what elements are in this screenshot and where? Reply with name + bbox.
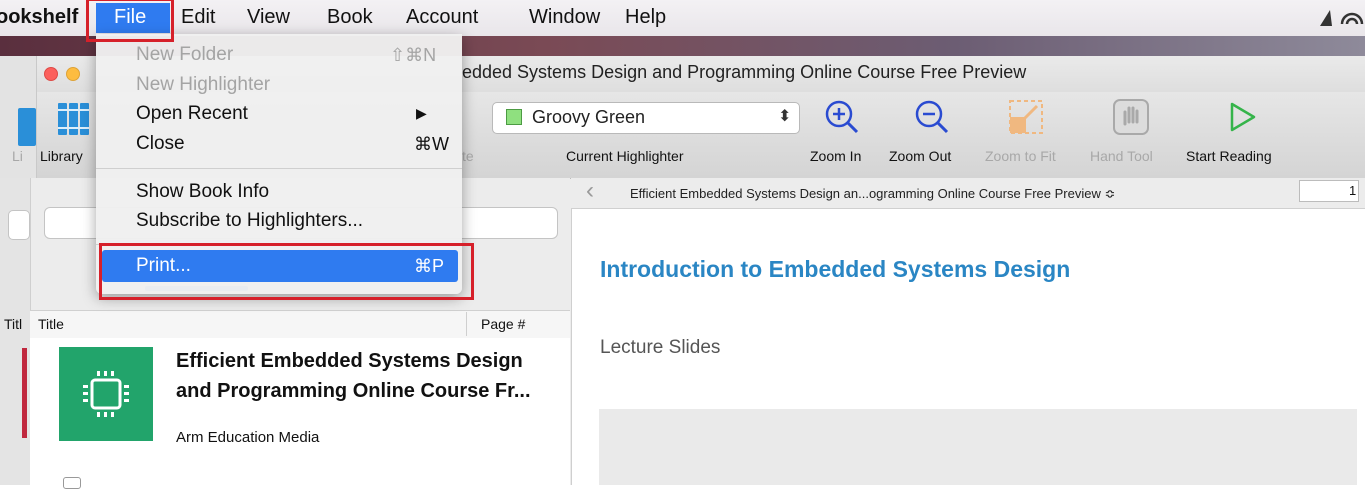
book-title-line1: Efficient Embedded Systems Design: [176, 350, 523, 372]
menubar-view[interactable]: View: [247, 6, 290, 29]
send-icon: [1320, 10, 1332, 26]
slide-placeholder: [599, 409, 1357, 485]
book-cover: [59, 347, 153, 441]
menu-separator: [96, 168, 462, 169]
menu-item-close[interactable]: Close: [136, 133, 185, 155]
library-icon: [18, 108, 36, 146]
book-title-line2: and Programming Online Course Fr...: [176, 380, 531, 402]
menubar-book[interactable]: Book: [327, 6, 373, 29]
new-folder-shortcut: ⇧⌘N: [390, 45, 437, 65]
back-library-label: Li: [12, 148, 23, 164]
back-column-title: Titl: [4, 316, 23, 332]
menubar-window[interactable]: Window: [529, 6, 600, 29]
chip-icon: [83, 371, 129, 417]
highlighter-value: Groovy Green: [532, 107, 646, 127]
window-title: edded Systems Design and Programming Onl…: [462, 62, 1027, 82]
library-button-label[interactable]: Library: [40, 148, 83, 164]
book-author: Arm Education Media: [176, 429, 320, 446]
menubar-help[interactable]: Help: [625, 6, 666, 29]
column-divider: [466, 312, 467, 336]
back-window-cover-edge: [22, 348, 27, 438]
menu-item-new-folder: New Folder: [136, 44, 234, 65]
zoom-to-fit-label: Zoom to Fit: [985, 148, 1056, 164]
annotation-box-file: [86, 0, 174, 42]
zoom-in-label[interactable]: Zoom In: [810, 148, 861, 164]
hand-tool-icon: [1113, 99, 1149, 135]
menubar-app-name[interactable]: ookshelf: [0, 6, 78, 29]
close-window-button[interactable]: [44, 67, 58, 81]
partial-toolbar-label: te: [462, 148, 474, 164]
menu-item-subscribe[interactable]: Subscribe to Highlighters...: [136, 210, 363, 232]
menubar-account[interactable]: Account: [406, 6, 478, 29]
zoom-out-label[interactable]: Zoom Out: [889, 148, 951, 164]
zoom-to-fit-icon: [1009, 100, 1043, 134]
row-checkbox[interactable]: [63, 477, 81, 489]
menu-item-open-recent[interactable]: Open Recent: [136, 103, 248, 125]
play-icon[interactable]: [1228, 100, 1258, 134]
library-icon[interactable]: [56, 99, 92, 139]
annotation-box-print: [99, 243, 474, 300]
back-chevron-icon[interactable]: ‹: [586, 177, 594, 205]
zoom-in-icon[interactable]: [822, 98, 862, 136]
zoom-out-icon[interactable]: [912, 98, 952, 136]
document-heading: Introduction to Embedded Systems Design: [600, 256, 1071, 282]
menu-item-show-book-info[interactable]: Show Book Info: [136, 181, 269, 203]
page-number-value: 1: [1349, 183, 1357, 198]
back-search-field: [8, 210, 30, 240]
start-reading-label[interactable]: Start Reading: [1186, 148, 1272, 164]
close-shortcut: ⌘W: [414, 134, 449, 154]
menubar-edit[interactable]: Edit: [181, 6, 215, 29]
highlighter-label: Current Highlighter: [566, 148, 684, 164]
highlighter-color-swatch: [506, 109, 522, 125]
book-section-select[interactable]: Efficient Embedded Systems Design an...o…: [630, 186, 1115, 202]
menu-item-new-highlighter: New Highlighter: [136, 74, 271, 95]
column-header-title[interactable]: Title: [38, 316, 64, 332]
submenu-arrow-icon: ▶: [416, 105, 427, 121]
column-header-page[interactable]: Page #: [481, 316, 525, 332]
status-icons[interactable]: [1318, 6, 1364, 30]
select-arrows-icon: ⬍: [778, 108, 792, 125]
minimize-window-button[interactable]: [66, 67, 80, 81]
document-subheading: Lecture Slides: [600, 337, 721, 358]
hand-tool-label: Hand Tool: [1090, 148, 1153, 164]
